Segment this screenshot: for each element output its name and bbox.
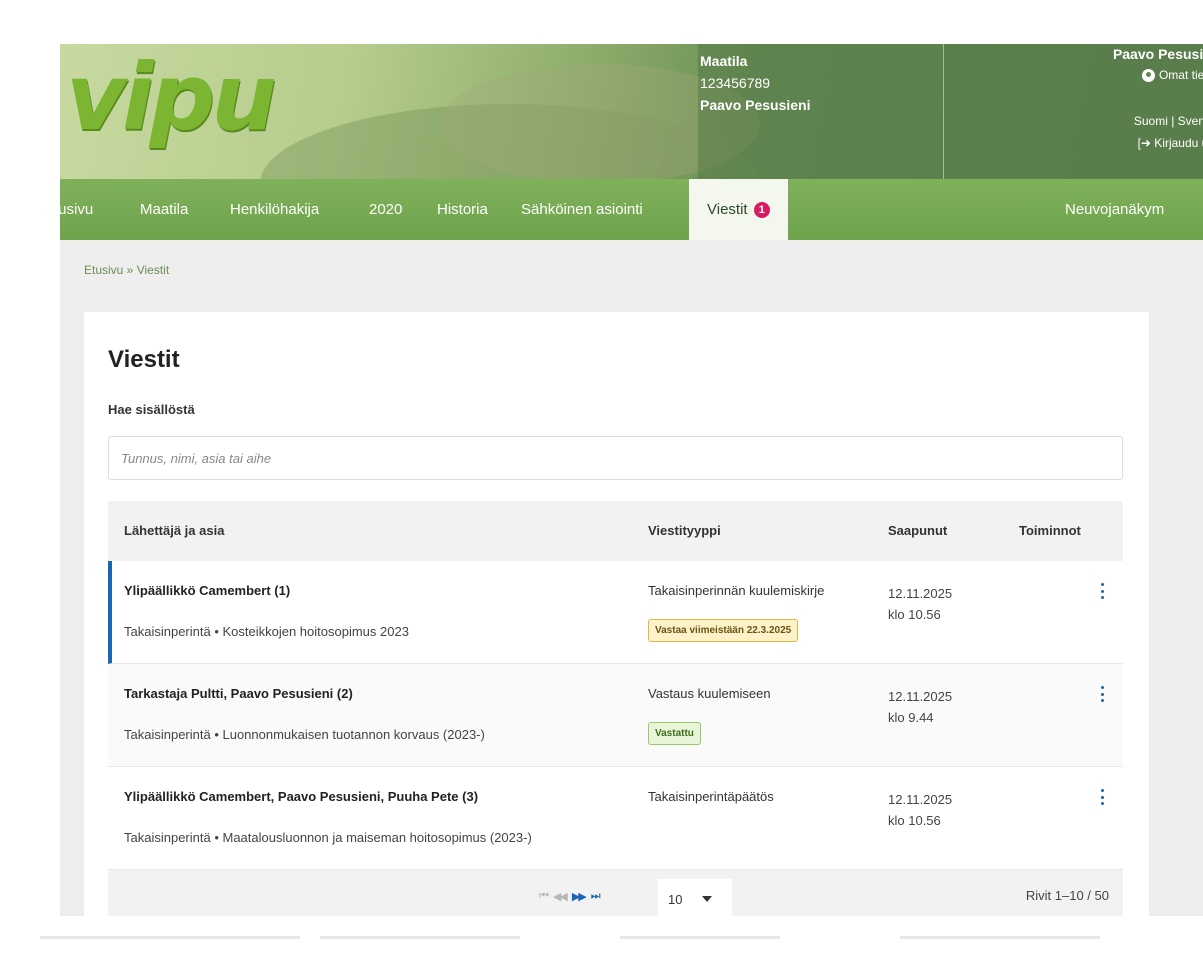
last-page-icon[interactable]: ⏭ <box>591 890 601 903</box>
logout-link[interactable]: [➜ Kirjaudu ul <box>1138 136 1203 150</box>
row-message-type: Vastaus kuulemiseen <box>648 686 771 701</box>
user-info: Paavo Pesusie Omat tied Suomi | Svens [➜… <box>943 44 1203 179</box>
row-subject: Takaisinperintä • Luonnonmukaisen tuotan… <box>124 727 485 742</box>
nav-item-viestit[interactable]: Viestit 1 <box>689 179 788 240</box>
row-message-type: Takaisinperinnän kuulemiskirje <box>648 583 825 598</box>
column-header-arrived[interactable]: Saapunut <box>888 501 947 561</box>
search-input[interactable] <box>108 436 1123 480</box>
header-banner: vipu Maatila 123456789 Paavo Pesusieni P… <box>60 44 1203 179</box>
column-header-actions: Toiminnot <box>1019 523 1081 538</box>
person-circle-icon <box>1141 68 1155 82</box>
chevron-down-icon <box>702 896 713 902</box>
row-sender: Ylipäällikkö Camembert (1) <box>124 583 291 598</box>
divider <box>320 936 520 939</box>
nav-item-viestit-label: Viestit <box>707 201 748 218</box>
app-frame: vipu Maatila 123456789 Paavo Pesusieni P… <box>60 44 1203 916</box>
next-page-icon[interactable]: ▶▶ <box>572 890 587 903</box>
breadcrumb[interactable]: Etusivu » Viestit <box>84 263 169 277</box>
logo-text: vipu <box>66 44 277 151</box>
row-time: klo 9.44 <box>888 710 934 725</box>
farm-info: Maatila 123456789 Paavo Pesusieni <box>698 44 943 179</box>
row-time: klo 10.56 <box>888 813 941 828</box>
farm-owner: Paavo Pesusieni <box>700 97 811 113</box>
nav-item-historia[interactable]: Historia <box>437 179 488 240</box>
messages-card: Viestit Hae sisällöstä Lähettäjä ja asia… <box>84 312 1149 916</box>
nav-item-neuvojanakyma[interactable]: Neuvojanäkym <box>1065 179 1164 240</box>
logout-arrow-icon: [➜ <box>1137 136 1151 150</box>
row-date: 12.11.2025 <box>888 586 953 601</box>
own-info-link[interactable]: Omat tied <box>1141 68 1203 82</box>
table-footer: ⏮ ◀◀ ▶▶ ⏭ 10 Rivit 1–10 / 50 <box>108 870 1123 916</box>
table-row[interactable]: Tarkastaja Pultti, Paavo Pesusieni (2) T… <box>108 664 1123 767</box>
logout-label: Kirjaudu ul <box>1154 136 1203 150</box>
page-size-select[interactable]: 10 <box>658 879 732 916</box>
vipu-logo[interactable]: vipu <box>66 44 277 151</box>
row-arrived: 12.11.2025 klo 9.44 <box>888 686 952 728</box>
nav-item-sahkoinen-asiointi[interactable]: Sähköinen asiointi <box>521 179 643 240</box>
farm-name: Maatila <box>700 53 748 69</box>
rows-info: Rivit 1–10 / 50 <box>1025 888 1109 903</box>
column-header-sender[interactable]: Lähettäjä ja asia <box>124 501 224 561</box>
language-switcher[interactable]: Suomi | Svens <box>1134 114 1203 128</box>
own-info-label: Omat tied <box>1158 68 1203 82</box>
kebab-menu-icon[interactable] <box>1097 787 1107 807</box>
nav-item-henkilohakija[interactable]: Henkilöhakija <box>230 179 319 240</box>
row-arrived: 12.11.2025 klo 10.56 <box>888 789 952 831</box>
search-label: Hae sisällöstä <box>108 402 195 417</box>
previous-page-icon[interactable]: ◀◀ <box>553 890 568 903</box>
kebab-menu-icon[interactable] <box>1097 581 1107 601</box>
messages-table: Lähettäjä ja asia Viestityyppi Saapunut … <box>108 501 1123 916</box>
main-nav: tusivu Maatila Henkilöhakija 2020 Histor… <box>60 179 1203 240</box>
table-row[interactable]: Ylipäällikkö Camembert (1) Takaisinperin… <box>108 561 1123 664</box>
divider <box>620 936 780 939</box>
row-subject: Takaisinperintä • Kosteikkojen hoitosopi… <box>124 624 409 639</box>
unread-count-badge: 1 <box>753 202 770 218</box>
row-arrived: 12.11.2025 klo 10.56 <box>888 583 952 625</box>
column-header-type[interactable]: Viestityyppi <box>648 501 721 561</box>
table-row[interactable]: Ylipäällikkö Camembert, Paavo Pesusieni,… <box>108 767 1123 870</box>
divider <box>900 936 1100 939</box>
nav-item-2020[interactable]: 2020 <box>369 179 402 240</box>
kebab-menu-icon[interactable] <box>1097 684 1107 704</box>
divider <box>40 936 300 939</box>
status-badge: Vastattu <box>648 722 701 745</box>
bottom-strip <box>0 930 1203 953</box>
page-title: Viestit <box>108 346 180 373</box>
nav-item-maatila[interactable]: Maatila <box>140 179 188 240</box>
row-message-type: Takaisinperintäpäätös <box>648 789 774 804</box>
row-time: klo 10.56 <box>888 607 941 622</box>
row-subject: Takaisinperintä • Maatalousluonnon ja ma… <box>124 830 532 845</box>
page-size-value: 10 <box>668 891 683 907</box>
farm-id: 123456789 <box>700 75 771 91</box>
pagination: ⏮ ◀◀ ▶▶ ⏭ <box>539 870 601 916</box>
status-badge: Vastaa viimeistään 22.3.2025 <box>648 619 799 642</box>
table-header: Lähettäjä ja asia Viestityyppi Saapunut … <box>108 501 1123 561</box>
row-date: 12.11.2025 <box>888 689 953 704</box>
first-page-icon[interactable]: ⏮ <box>539 890 549 903</box>
row-date: 12.11.2025 <box>888 792 953 807</box>
nav-item-etusivu[interactable]: tusivu <box>60 179 93 240</box>
row-sender: Tarkastaja Pultti, Paavo Pesusieni (2) <box>124 686 353 701</box>
row-sender: Ylipäällikkö Camembert, Paavo Pesusieni,… <box>124 789 479 804</box>
user-name: Paavo Pesusie <box>1112 46 1203 62</box>
